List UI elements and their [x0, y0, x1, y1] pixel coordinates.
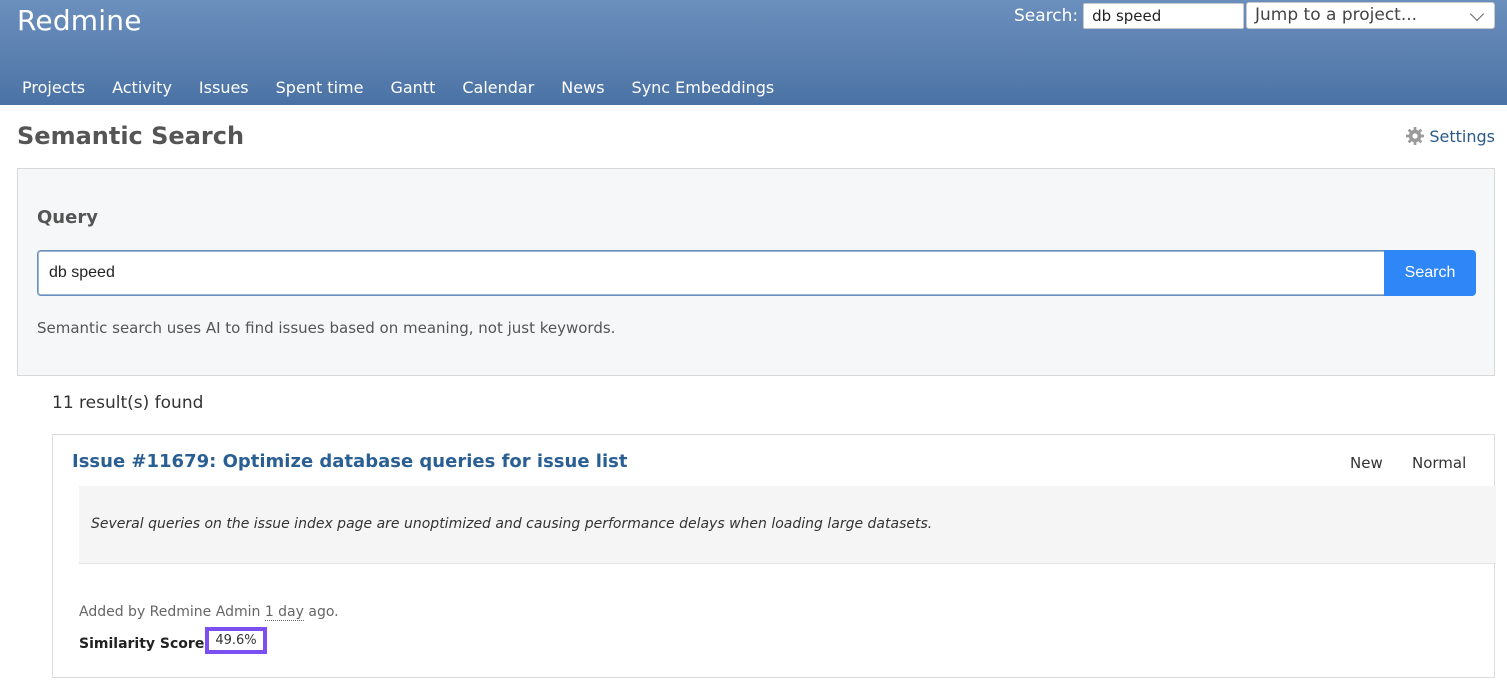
chevron-down-icon	[1469, 6, 1485, 22]
page-title: Semantic Search	[17, 122, 245, 150]
priority-badge: Normal	[1412, 454, 1467, 472]
menu-item-projects[interactable]: Projects	[22, 78, 85, 97]
menu-item-gantt[interactable]: Gantt	[390, 78, 435, 97]
result-description-text: Several queries on the issue index page …	[91, 516, 933, 532]
app-title[interactable]: Redmine	[17, 4, 142, 37]
status-badge: New	[1350, 454, 1383, 472]
query-help-text: Semantic search uses AI to find issues b…	[37, 319, 616, 337]
added-suffix: ago.	[308, 604, 339, 620]
settings-label: Settings	[1429, 126, 1495, 146]
similarity-score-label: Similarity Score	[79, 635, 205, 652]
menu-item-news[interactable]: News	[561, 78, 604, 97]
menu-item-issues[interactable]: Issues	[199, 78, 249, 97]
menu-item-sync-embeddings[interactable]: Sync Embeddings	[632, 78, 775, 97]
query-label: Query	[37, 207, 98, 228]
top-header: Redmine Search: Jump to a project... Pro…	[0, 0, 1507, 105]
project-jump-select[interactable]: Jump to a project...	[1246, 2, 1495, 29]
quick-search-label: Search:	[1014, 6, 1079, 26]
main-menu: Projects Activity Issues Spent time Gant…	[22, 78, 801, 97]
quick-search: Search:	[1014, 3, 1245, 29]
result-card: Issue #11679: Optimize database queries …	[52, 434, 1496, 678]
settings-link[interactable]: Settings	[1405, 126, 1495, 146]
menu-item-activity[interactable]: Activity	[112, 78, 172, 97]
added-by-text: Added by Redmine Admin	[79, 604, 261, 620]
menu-item-calendar[interactable]: Calendar	[462, 78, 534, 97]
added-time[interactable]: 1 day	[264, 604, 304, 621]
menu-item-spent-time[interactable]: Spent time	[276, 78, 364, 97]
query-input[interactable]	[37, 250, 1385, 296]
quick-search-input[interactable]	[1083, 3, 1245, 29]
result-meta: Added by Redmine Admin 1 day ago.	[79, 604, 339, 621]
similarity-score-row: Similarity Score 49.6%	[79, 627, 267, 657]
query-panel: Query Search Semantic search uses AI to …	[17, 168, 1495, 376]
search-button[interactable]: Search	[1384, 250, 1476, 296]
result-title-link[interactable]: Issue #11679: Optimize database queries …	[72, 451, 627, 472]
project-jump-label: Jump to a project...	[1255, 5, 1418, 25]
results-count: 11 result(s) found	[52, 393, 204, 413]
gear-icon	[1406, 127, 1425, 145]
similarity-score-value: 49.6%	[205, 627, 267, 654]
result-description: Several queries on the issue index page …	[79, 486, 1496, 564]
